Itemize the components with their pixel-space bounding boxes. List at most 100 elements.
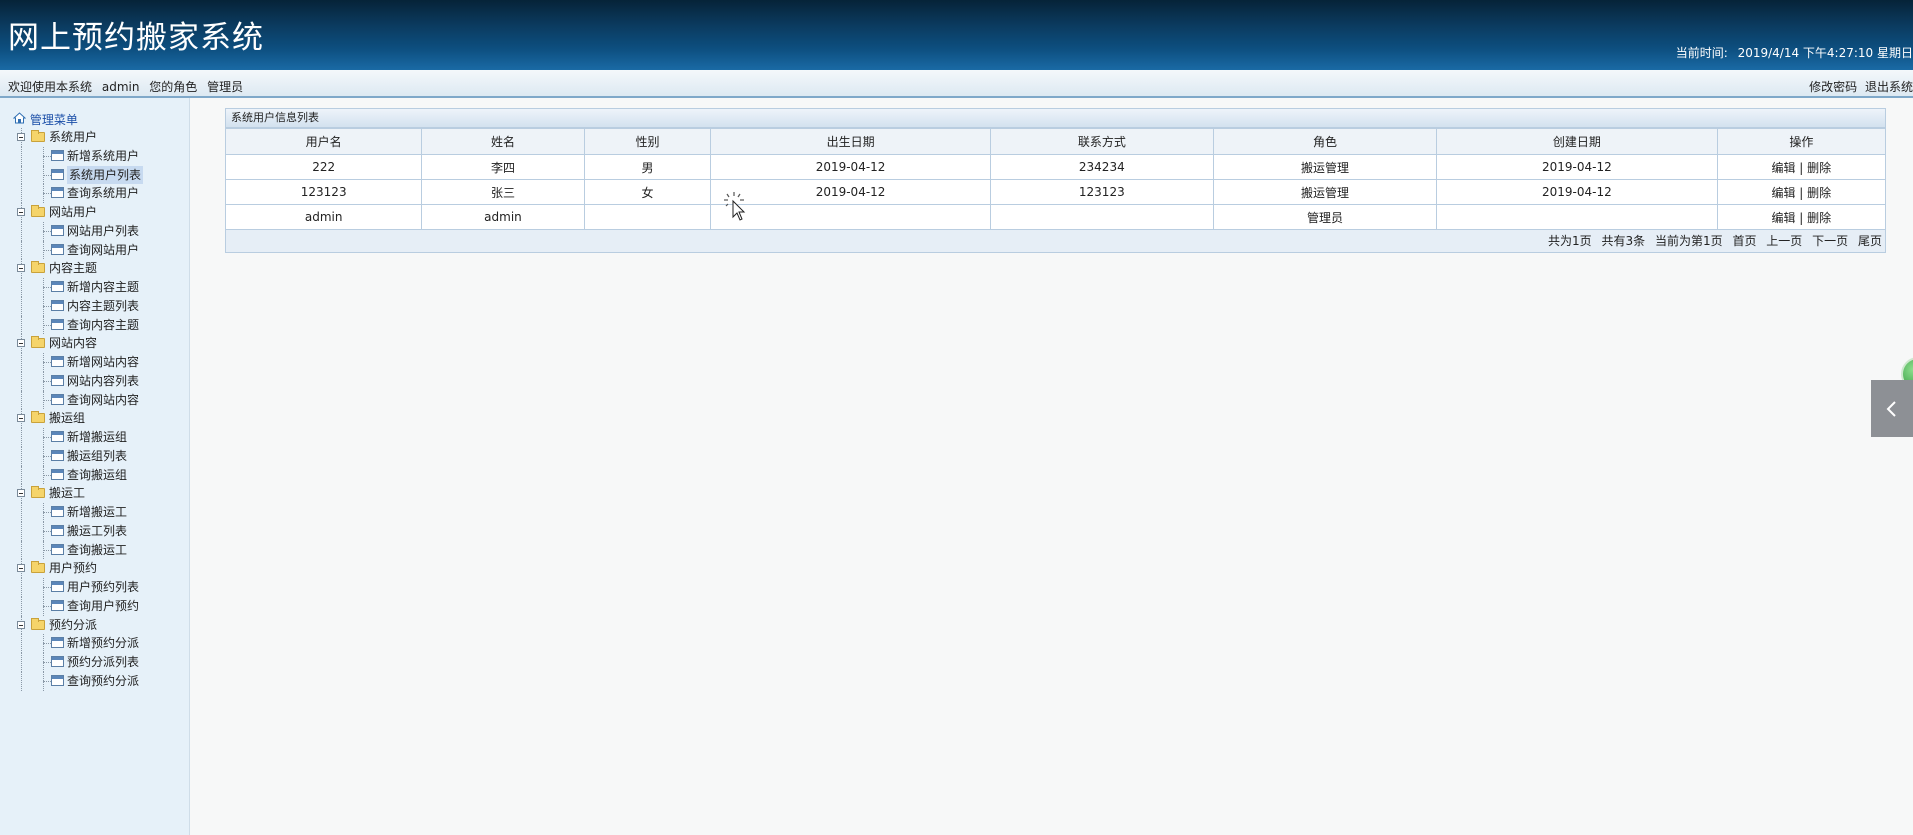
tree-line <box>21 353 22 372</box>
folder-icon <box>31 261 45 274</box>
action-separator: | <box>1799 160 1804 175</box>
clock-value: 2019/4/14 下午4:27:10 星期日 <box>1737 46 1913 60</box>
table-header-row: 用户名 姓名 性别 出生日期 联系方式 角色 创建日期 操作 <box>224 128 1887 155</box>
folder-icon <box>31 130 45 142</box>
page-icon <box>51 224 64 236</box>
page-icon <box>51 674 64 686</box>
sidebar-item-label: 查询内容主题 <box>67 317 140 332</box>
sidebar-item-label: 网站内容列表 <box>67 373 140 388</box>
tree-line <box>21 221 22 241</box>
menu-root[interactable]: 管理菜单 <box>12 111 78 128</box>
minus-box-icon[interactable] <box>17 414 25 423</box>
menu-root-label: 管理菜单 <box>29 113 78 127</box>
welcome-text: 欢迎使用本系统 admin 您的角色 管理员 <box>8 78 249 95</box>
sidebar-item-label: 新增搬运工 <box>67 505 128 519</box>
page-icon <box>51 243 64 255</box>
col-role: 角色 <box>1212 128 1438 155</box>
delete-link[interactable]: 删除 <box>1807 161 1831 175</box>
sidebar-item-label: 查询预约分派 <box>67 673 140 688</box>
page-icon <box>51 149 64 161</box>
page-icon <box>51 506 64 517</box>
cell-username: admin <box>224 204 423 230</box>
sidebar-item-label: 新增网站内容 <box>67 355 140 369</box>
cell-actions: 编辑 | 删除 <box>1716 179 1887 205</box>
page-icon <box>51 524 64 536</box>
tree-line <box>21 390 22 410</box>
tree-line <box>21 296 22 316</box>
minus-box-icon[interactable] <box>17 564 25 573</box>
cell-role: 搬运管理 <box>1212 154 1438 180</box>
role-value: 管理员 <box>207 80 244 94</box>
col-contact: 联系方式 <box>989 128 1214 155</box>
minus-box-icon[interactable] <box>17 489 25 498</box>
sidebar-group-label: 内容主题 <box>49 261 98 276</box>
edit-link[interactable]: 编辑 <box>1771 186 1795 200</box>
cell-created <box>1436 204 1718 230</box>
sidebar-group-label: 用户预约 <box>49 561 98 576</box>
cell-name: 李四 <box>421 154 585 180</box>
edit-link[interactable]: 编辑 <box>1771 161 1795 175</box>
logout-link[interactable]: 退出系统 <box>1865 80 1913 94</box>
page-icon <box>51 281 64 292</box>
sidebar-item-label: 网站用户列表 <box>67 223 140 238</box>
tree-line <box>21 184 22 203</box>
main-content: 系统用户信息列表 用户名 姓名 性别 出生日期 联系方式 角色 创建日期 操作 … <box>224 108 1887 253</box>
change-password-link[interactable]: 修改密码 <box>1809 80 1857 94</box>
edit-link[interactable]: 编辑 <box>1771 211 1795 225</box>
pager: 共为1页 共有3条 当前为第1页 首页 上一页 下一页 尾页 <box>225 230 1886 253</box>
folder-icon <box>31 411 45 424</box>
tree-line <box>21 671 22 691</box>
cell-username: 123123 <box>224 179 423 205</box>
user-table: 用户名 姓名 性别 出生日期 联系方式 角色 创建日期 操作 222 李四男 201… <box>224 128 1887 230</box>
sidebar-item-label: 用户预约列表 <box>67 580 140 594</box>
col-username: 用户名 <box>224 128 423 155</box>
pager-prev[interactable]: 上一页 <box>1766 234 1802 248</box>
pager-last[interactable]: 尾页 <box>1858 234 1882 248</box>
cell-contact <box>989 204 1214 230</box>
app-header: 网上预约搬家系统 当前时间: 2019/4/14 下午4:27:10 星期日 <box>0 0 1913 70</box>
folder-icon <box>31 486 45 499</box>
cell-gender: 男 <box>583 154 712 180</box>
page-icon <box>51 187 64 199</box>
delete-link[interactable]: 删除 <box>1807 211 1831 225</box>
cell-gender: 女 <box>583 179 712 205</box>
clock-label: 当前时间: <box>1675 46 1728 60</box>
folder-icon <box>31 561 45 574</box>
sidebar-item-label: 内容主题列表 <box>67 298 140 313</box>
page-icon <box>51 637 64 649</box>
cell-birth: 2019-04-12 <box>710 179 991 205</box>
page-icon <box>51 543 64 555</box>
sidebar-item-label: 搬运工列表 <box>67 523 128 538</box>
minus-box-icon[interactable] <box>17 620 25 629</box>
side-collapse-tab[interactable] <box>1871 380 1913 437</box>
welcome-label: 欢迎使用本系统 <box>8 80 93 94</box>
tree-line <box>21 240 22 260</box>
cell-birth <box>710 204 991 230</box>
page-icon <box>51 374 64 386</box>
minus-box-icon[interactable] <box>17 208 25 216</box>
minus-box-icon[interactable] <box>17 133 25 141</box>
sidebar-item-label: 查询系统用户 <box>67 186 140 201</box>
pager-next[interactable]: 下一页 <box>1812 234 1848 248</box>
sidebar-group-label: 系统用户 <box>49 130 98 144</box>
minus-box-icon[interactable] <box>17 264 25 273</box>
user-actions: 修改密码 退出系统 <box>1805 78 1913 95</box>
sidebar-item-label: 查询网站用户 <box>67 242 140 257</box>
table-body: 222 李四男 2019-04-12 234234 搬运管理 2019-04-12 编辑 |… <box>224 154 1887 230</box>
tree-line <box>21 465 22 485</box>
folder-icon <box>31 336 45 349</box>
sidebar-group-label: 网站用户 <box>49 205 98 219</box>
cell-name: 张三 <box>421 179 585 205</box>
pager-first[interactable]: 首页 <box>1732 234 1756 248</box>
user-bar: 欢迎使用本系统 admin 您的角色 管理员 修改密码 退出系统 <box>0 70 1913 98</box>
delete-link[interactable]: 删除 <box>1807 186 1831 200</box>
page-icon <box>51 599 64 611</box>
sidebar-item-label: 新增内容主题 <box>67 280 140 294</box>
sidebar-group-label: 网站内容 <box>49 336 98 351</box>
cell-username: 222 <box>224 154 423 180</box>
page-icon <box>51 318 64 330</box>
table-row: admin admin 管理员 编辑 | 删除 <box>224 204 1887 230</box>
minus-box-icon[interactable] <box>17 339 25 348</box>
sidebar-item-label: 预约分派列表 <box>67 655 140 669</box>
action-separator: | <box>1799 185 1804 200</box>
